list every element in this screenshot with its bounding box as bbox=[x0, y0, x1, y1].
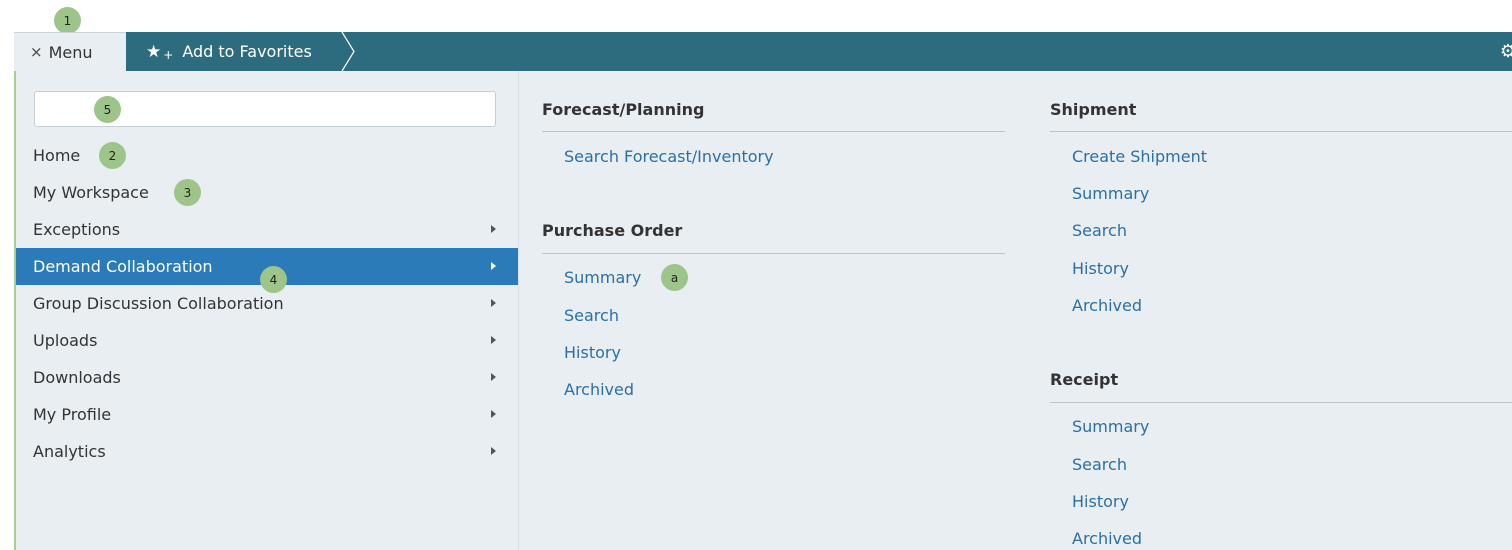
section-divider bbox=[542, 131, 1005, 132]
nav-item-analytics[interactable]: Analytics bbox=[16, 433, 518, 470]
menu-label: Menu bbox=[48, 42, 93, 62]
link-receipt-summary[interactable]: Summary bbox=[1072, 417, 1149, 436]
add-to-favorites-button[interactable]: ★ + Add to Favorites bbox=[126, 32, 346, 71]
section-divider bbox=[1050, 131, 1512, 132]
annotation-badge-a: a bbox=[661, 264, 688, 291]
link-shipment-history[interactable]: History bbox=[1072, 259, 1129, 278]
annotation-badge-3: 3 bbox=[174, 179, 201, 206]
caret-right-icon bbox=[491, 410, 496, 418]
caret-right-icon bbox=[491, 336, 496, 344]
caret-right-icon bbox=[491, 225, 496, 233]
nav-item-label: My Workspace bbox=[33, 183, 149, 202]
section-divider bbox=[1050, 402, 1512, 403]
link-receipt-archived[interactable]: Archived bbox=[1072, 529, 1142, 548]
star-icon: ★ bbox=[146, 41, 162, 62]
nav-item-uploads[interactable]: Uploads bbox=[16, 322, 518, 359]
caret-right-icon bbox=[491, 299, 496, 307]
annotation-badge-5: 5 bbox=[94, 96, 121, 123]
nav-item-my-workspace[interactable]: My Workspace bbox=[16, 174, 518, 211]
top-toolbar: × Menu ★ + Add to Favorites ⚙ bbox=[14, 32, 1512, 71]
nav-item-label: Demand Collaboration bbox=[33, 257, 213, 276]
nav-item-label: Exceptions bbox=[33, 220, 121, 239]
nav-item-home[interactable]: Home bbox=[16, 137, 518, 174]
caret-right-icon bbox=[491, 262, 496, 270]
link-receipt-history[interactable]: History bbox=[1072, 492, 1129, 511]
nav-item-my-profile[interactable]: My Profile bbox=[16, 396, 518, 433]
link-shipment-summary[interactable]: Summary bbox=[1072, 184, 1149, 203]
plus-icon: + bbox=[163, 47, 174, 62]
nav-item-label: Uploads bbox=[33, 331, 98, 350]
menu-close-button[interactable]: × Menu bbox=[14, 32, 126, 71]
link-po-summary[interactable]: Summary bbox=[564, 268, 641, 287]
link-po-search[interactable]: Search bbox=[564, 306, 619, 325]
nav-item-label: My Profile bbox=[33, 405, 112, 424]
annotation-badge-2: 2 bbox=[99, 142, 126, 169]
link-po-history[interactable]: History bbox=[564, 343, 621, 362]
nav-item-label: Group Discussion Collaboration bbox=[33, 294, 284, 313]
link-shipment-archived[interactable]: Archived bbox=[1072, 296, 1142, 315]
nav-item-downloads[interactable]: Downloads bbox=[16, 359, 518, 396]
add-to-favorites-label: Add to Favorites bbox=[182, 42, 312, 61]
menu-panel: 5 Home 2 My Workspace 3 Exceptions Deman… bbox=[14, 71, 1512, 550]
link-search-forecast-inventory[interactable]: Search Forecast/Inventory bbox=[564, 147, 774, 166]
gear-icon[interactable]: ⚙ bbox=[1500, 41, 1512, 62]
nav-item-exceptions[interactable]: Exceptions bbox=[16, 211, 518, 248]
section-title-shipment: Shipment bbox=[1050, 100, 1137, 119]
nav-item-label: Downloads bbox=[33, 368, 121, 387]
section-title-forecast-planning: Forecast/Planning bbox=[542, 100, 705, 119]
left-navigation: 5 Home 2 My Workspace 3 Exceptions Deman… bbox=[16, 71, 519, 550]
chevron-right-icon bbox=[341, 32, 355, 71]
link-create-shipment[interactable]: Create Shipment bbox=[1072, 147, 1207, 166]
nav-item-label: Home bbox=[33, 146, 81, 165]
caret-right-icon bbox=[491, 447, 496, 455]
caret-right-icon bbox=[491, 373, 496, 381]
annotation-badge-1: 1 bbox=[54, 7, 81, 34]
section-divider bbox=[542, 253, 1005, 254]
nav-item-label: Analytics bbox=[33, 442, 106, 461]
link-po-archived[interactable]: Archived bbox=[564, 380, 634, 399]
link-shipment-search[interactable]: Search bbox=[1072, 221, 1127, 240]
close-icon: × bbox=[30, 43, 43, 61]
link-receipt-search[interactable]: Search bbox=[1072, 455, 1127, 474]
section-title-receipt: Receipt bbox=[1050, 370, 1119, 389]
nav-item-group-discussion-collaboration[interactable]: Group Discussion Collaboration bbox=[16, 285, 518, 322]
section-title-purchase-order: Purchase Order bbox=[542, 221, 683, 240]
